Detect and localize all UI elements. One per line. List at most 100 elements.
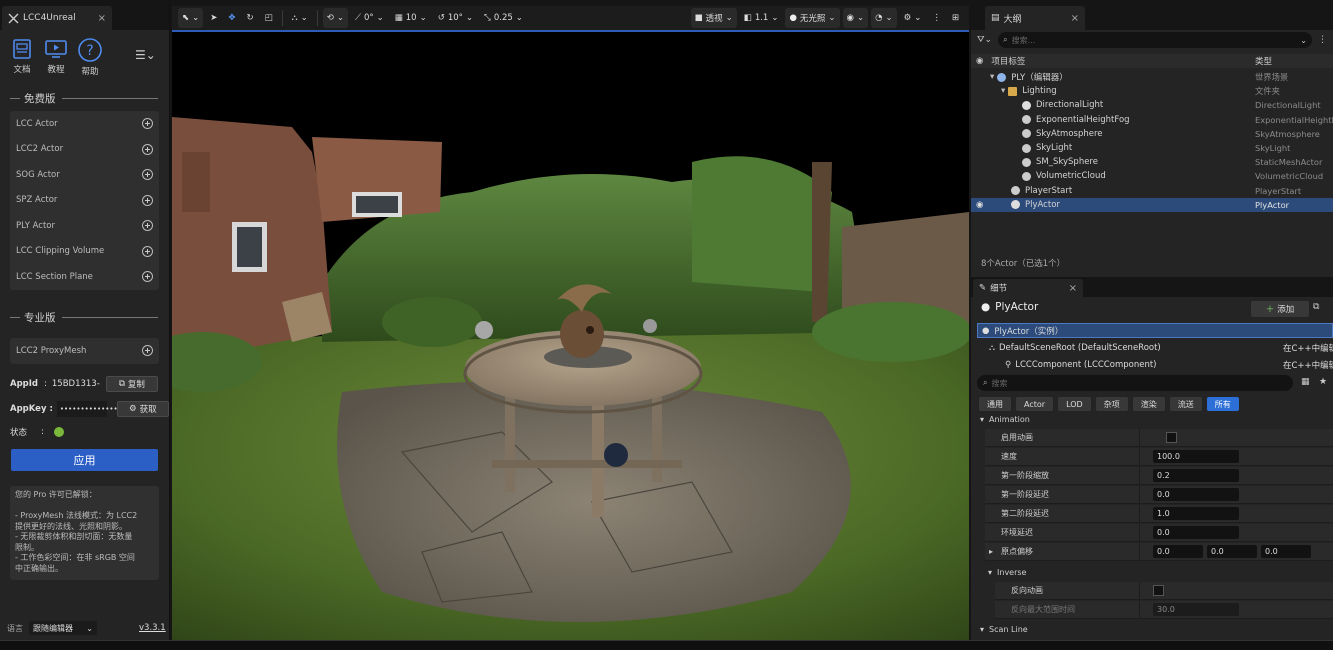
filter-lod[interactable]: LOD [1058, 397, 1091, 411]
filter-icon[interactable]: ⛛⌄ [977, 35, 992, 45]
appkey-input[interactable]: ••••••••••••••• [56, 401, 122, 417]
camera-speed-dropdown[interactable]: ◧ 1.1 ⌄ [740, 8, 783, 28]
list-item-lcc2-proxymesh[interactable]: LCC2 ProxyMesh [10, 338, 159, 364]
list-item-lcc-actor[interactable]: LCC Actor [10, 111, 159, 137]
origin-z-input[interactable]: 0.0 [1261, 545, 1311, 558]
list-item-lcc-section-plane[interactable]: LCC Section Plane [10, 264, 159, 290]
expand-chevron-icon[interactable]: ▾ [1001, 86, 1005, 96]
component-row-lcc-component[interactable]: ⚲ LCCComponent (LCCComponent) 在C++中编辑 [977, 357, 1333, 372]
copy-button[interactable]: ⧉ 复制 [105, 376, 158, 392]
scale-snap-toggle[interactable]: ⤡ 0.25 ⌄ [480, 8, 527, 28]
env-delay-input[interactable]: 0.0 [1153, 526, 1239, 539]
edit-in-cpp-link[interactable]: 在C++中编辑 [1283, 359, 1333, 371]
docs-button[interactable]: 文档 [8, 38, 36, 77]
tree-row[interactable]: ◉ PlyActor PlyActor [971, 197, 1333, 212]
filter-actor[interactable]: Actor [1016, 397, 1054, 411]
add-component-button[interactable]: ＋添加 [1251, 301, 1309, 317]
add-circle-icon[interactable] [142, 220, 153, 232]
transform-space-button[interactable]: ⛬ ⌄ [288, 8, 312, 28]
visibility-col-eye-icon[interactable]: ◉ [976, 56, 983, 66]
list-item-ply-actor[interactable]: PLY Actor [10, 213, 159, 239]
outliner-search-input[interactable]: ⌕ 搜索... ⌄ [998, 32, 1312, 48]
select-tool-button[interactable]: ➤ [206, 8, 221, 28]
category-animation[interactable]: ▾ Animation [975, 412, 1030, 426]
close-icon[interactable]: × [1069, 283, 1077, 294]
list-item-lcc-clipping-volume[interactable]: LCC Clipping Volume [10, 239, 159, 265]
origin-x-input[interactable]: 0.0 [1153, 545, 1203, 558]
stage2-delay-input[interactable]: 1.0 [1153, 507, 1239, 520]
tab-lcc4unreal[interactable]: LCC4Unreal × [2, 6, 112, 30]
scale-tool-button[interactable]: ◰ [261, 8, 277, 28]
close-icon[interactable]: × [1071, 13, 1079, 24]
add-circle-icon[interactable] [142, 245, 153, 257]
translate-snap-toggle[interactable]: ⟋ 0° ⌄ [351, 8, 388, 28]
category-scan-line[interactable]: ▾ Scan Line [975, 622, 1028, 636]
rotation-snap-toggle[interactable]: ↺ 10° ⌄ [434, 8, 477, 28]
tree-row[interactable]: VolumetricCloud VolumetricCloud [971, 169, 1333, 183]
chevron-right-icon[interactable]: ▸ [989, 547, 993, 556]
filter-rendering[interactable]: 渲染 [1132, 397, 1165, 411]
more-options-button[interactable]: ⋮ [928, 8, 945, 28]
origin-y-input[interactable]: 0.0 [1207, 545, 1257, 558]
perspective-dropdown[interactable]: ■ 透视 ⌄ [690, 8, 737, 28]
tutorial-button[interactable]: 教程 [42, 38, 70, 77]
tree-row[interactable]: ▾ Lighting 文件夹 [971, 84, 1333, 98]
layout-button[interactable]: ⊞ [948, 8, 963, 28]
tree-row[interactable]: ExponentialHeightFog ExponentialHeightFog [971, 113, 1333, 127]
hamburger-menu-icon[interactable]: ☰⌄ [135, 48, 156, 62]
component-row-default-scene-root[interactable]: ⛬ DefaultSceneRoot (DefaultSceneRoot) 在C++… [977, 340, 1333, 355]
translate-tool-button[interactable]: ✥ [224, 8, 239, 28]
reverse-animation-checkbox[interactable] [1153, 585, 1164, 596]
performance-dropdown[interactable]: ◔ ⌄ [871, 8, 897, 28]
component-row-instance[interactable]: ● PlyActor（实例） [977, 323, 1333, 338]
add-circle-icon[interactable] [142, 169, 153, 181]
filter-general[interactable]: 通用 [979, 397, 1011, 411]
settings-icon[interactable]: ⋮ [1318, 35, 1327, 45]
stage1-delay-input[interactable]: 0.0 [1153, 488, 1239, 501]
expand-chevron-icon[interactable]: ▾ [990, 72, 994, 82]
apply-button[interactable]: 应用 [11, 449, 158, 471]
filter-misc[interactable]: 杂项 [1095, 397, 1128, 411]
tree-row[interactable]: PlayerStart PlayerStart [971, 184, 1333, 198]
enable-animation-checkbox[interactable] [1166, 432, 1177, 443]
filter-streaming[interactable]: 流送 [1169, 397, 1202, 411]
tab-details[interactable]: ✎ 细节 × [973, 279, 1083, 297]
rotate-tool-button[interactable]: ↻ [243, 8, 258, 28]
help-button[interactable]: ? 帮助 [76, 38, 104, 77]
close-icon[interactable]: × [98, 13, 106, 24]
view-mode-dropdown[interactable]: ● 无光照 ⌄ [785, 8, 840, 28]
select-mode-button[interactable]: ⬉ ⌄ [178, 8, 204, 28]
stage1-scale-input[interactable]: 0.2 [1153, 469, 1239, 482]
tree-row[interactable]: ▾ PLY（编辑器） 世界场景 [971, 70, 1333, 84]
add-circle-icon[interactable] [142, 143, 153, 155]
table-view-icon[interactable]: ▦ [1301, 377, 1310, 387]
list-item-sog-actor[interactable]: SOG Actor [10, 162, 159, 188]
list-item-spz-actor[interactable]: SPZ Actor [10, 188, 159, 214]
add-circle-icon[interactable] [142, 118, 153, 130]
filter-all[interactable]: 所有 [1206, 397, 1239, 411]
category-inverse[interactable]: ▾ Inverse [983, 565, 1026, 579]
add-circle-icon[interactable] [142, 194, 153, 206]
add-circle-icon[interactable] [142, 345, 153, 357]
col-type[interactable]: 类型 [1255, 55, 1272, 67]
list-item-lcc2-actor[interactable]: LCC2 Actor [10, 137, 159, 163]
blueprint-icon[interactable]: ⧉ [1313, 302, 1319, 312]
show-flags-dropdown[interactable]: ◉ ⌄ [842, 8, 869, 28]
viewport-settings-button[interactable]: ⚙ ⌄ [900, 8, 926, 28]
grid-snap-toggle[interactable]: ▦ 10 ⌄ [391, 8, 431, 28]
tree-row[interactable]: SkyLight SkyLight [971, 141, 1333, 155]
language-select[interactable]: 跟随编辑器 ⌄ [29, 621, 97, 635]
tree-row[interactable]: SM_SkySphere StaticMeshActor [971, 155, 1333, 169]
surface-snap-button[interactable]: ⟲ ⌄ [322, 8, 348, 28]
edit-in-cpp-link[interactable]: 在C++中编辑 [1283, 342, 1333, 354]
tree-row[interactable]: DirectionalLight DirectionalLight [971, 98, 1333, 112]
add-circle-icon[interactable] [142, 271, 153, 283]
tree-row[interactable]: SkyAtmosphere SkyAtmosphere [971, 127, 1333, 141]
version-link[interactable]: v3.3.1 [139, 623, 166, 633]
tab-outliner[interactable]: ▤ 大纲 × [985, 6, 1085, 30]
speed-input[interactable]: 100.0 [1153, 450, 1239, 463]
fetch-button[interactable]: ⚙ 获取 [116, 401, 169, 417]
star-icon[interactable]: ★ [1319, 377, 1327, 387]
level-viewport[interactable]: ⬉ ⌄ ➤ ✥ ↻ ◰ ⛬ ⌄ ⟲ ⌄ ⟋ 0° ⌄ ▦ 10 ⌄ ↺ 10° ⌄ ⤡ 0.25 ⌄ … [172, 6, 969, 640]
details-search-input[interactable]: ⌕ 搜索 [977, 375, 1293, 391]
